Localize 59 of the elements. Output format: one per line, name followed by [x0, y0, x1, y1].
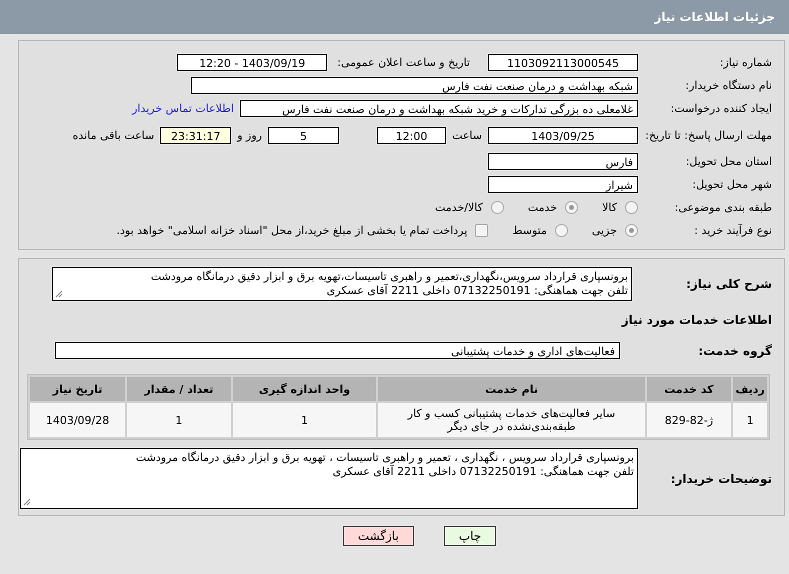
field-label: ساعت — [451, 128, 483, 142]
table-cell: ژ-82-829 — [646, 403, 732, 437]
text-area[interactable]: برونسپاری قرارداد سرویس ، نگهداری ، تعمیر و راهبری تاسیسات ، تهویه برق و ابزار دقیق درمانگاه مرودشت تلفن جهت هماهنگی: 07132250191 داخلی 2211 آقای عسکری — [20, 448, 638, 509]
resize-grip-icon[interactable] — [23, 498, 31, 506]
field-label: گروه خدمت: — [697, 344, 773, 358]
option-label: متوسط — [512, 224, 547, 237]
option-label: پرداخت تمام یا بخشی از مبلغ خرید،از محل "اسناد خزانه اسلامی" خواهد بود. — [116, 224, 468, 237]
remaining-time-field: 23:31:17 — [160, 126, 232, 144]
need-number-field: 1103092113000545 — [488, 54, 638, 71]
section-heading: اطلاعات خدمات مورد نیاز — [622, 313, 773, 327]
province-field: فارس — [488, 153, 638, 170]
table-cell: 1 — [127, 403, 231, 437]
field-label: ساعت باقی مانده — [72, 128, 156, 142]
deadline-date-field: 1403/09/25 — [488, 126, 638, 144]
field-label: توضیحات خریدار: — [670, 472, 773, 486]
table-cell: سایر فعالیت‌های خدمات پشتیبانی کسب و کار طبقه‌بندی‌نشده در جای دیگر — [378, 403, 645, 437]
field-label: شهر محل تحویل: — [691, 178, 773, 191]
radio-button[interactable] — [565, 201, 578, 214]
field-label: روز و — [236, 128, 263, 142]
field-label: طبقه بندی موضوعی: — [674, 201, 773, 214]
column-header: تعداد / مقدار — [127, 377, 231, 401]
checkbox[interactable] — [475, 224, 488, 237]
field-label: مهلت ارسال پاسخ: تا تاریخ: — [644, 128, 773, 142]
service-group-field: فعالیت‌های اداری و خدمات پشتیبانی — [55, 342, 620, 359]
column-header: ردیف — [733, 377, 767, 401]
field-label: نام دستگاه خریدار: — [684, 79, 773, 92]
field-label: تاریخ و ساعت اعلان عمومی: — [336, 56, 471, 69]
print-button[interactable]: چاپ — [444, 526, 496, 546]
days-field: 5 — [268, 126, 339, 144]
table-cell: 1 — [232, 403, 376, 437]
option-label: جزیی — [592, 224, 617, 237]
field-label: ایجاد کننده درخواست: — [670, 102, 773, 115]
requester-field: غلامعلی ده بزرگی تدارکات و خرید شبکه بهداشت و درمان صنعت نفت فارس — [240, 100, 638, 117]
field-label: نوع فرآیند خرید : — [693, 224, 773, 237]
table-cell: 1403/09/28 — [30, 403, 126, 437]
deadline-time-field: 12:00 — [377, 126, 446, 144]
option-label: خدمت — [528, 201, 558, 214]
option-label: کالا — [602, 201, 617, 214]
option-label: کالا/خدمت — [435, 201, 483, 214]
buyer-org-field: شبکه بهداشت و درمان صنعت نفت فارس — [191, 77, 638, 94]
radio-button[interactable] — [625, 224, 638, 237]
column-header: نام خدمت — [378, 377, 645, 401]
table-cell: 1 — [733, 403, 767, 437]
back-button[interactable]: بازگشت — [342, 526, 414, 546]
contact-link[interactable]: اطلاعات تماس خریدار — [132, 102, 234, 115]
radio-button[interactable] — [490, 201, 504, 214]
column-header: کد خدمت — [646, 377, 732, 401]
radio-button[interactable] — [554, 224, 568, 237]
text-area[interactable]: برونسپاری قرارداد سرویس،نگهداری،تعمیر و راهبری تاسیسات،تهویه برق و ابزار دقیق درمانگاه مرودشت تلفن جهت هماهنگی: 07132250191 داخلی 2211 آقای عسکری — [52, 267, 632, 301]
page-title: جزئیات اطلاعات نیاز — [654, 10, 775, 24]
field-label: استان محل تحویل: — [684, 155, 773, 168]
column-header: تاریخ نیاز — [30, 377, 126, 401]
column-header: واحد اندازه گیری — [232, 377, 376, 401]
field-label: شماره نیاز: — [718, 56, 773, 69]
city-field: شیراز — [488, 176, 638, 193]
radio-button[interactable] — [625, 201, 638, 214]
field-label: شرح کلی نیاز: — [685, 277, 773, 291]
resize-grip-icon[interactable] — [55, 290, 63, 298]
announce-date-field: 1403/09/19 - 12:20 — [177, 54, 328, 71]
